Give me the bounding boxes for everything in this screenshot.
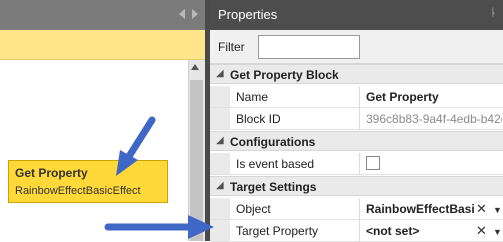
object-value[interactable]: RainbowEffectBasi — [366, 202, 476, 216]
filter-label: Filter — [218, 40, 245, 54]
section-label: Configurations — [230, 135, 316, 149]
section-get-property-block[interactable]: ◢ Get Property Block — [210, 64, 503, 84]
get-property-node[interactable]: Get Property RainbowEffectBasicEffect — [8, 160, 168, 203]
target-property-label: Target Property — [236, 224, 319, 238]
block-id-value: 396c8b83-9a4f-4edb-b42c — [366, 112, 502, 126]
target-property-value[interactable]: <not set> — [366, 224, 466, 238]
column-divider — [359, 220, 360, 241]
column-divider — [359, 86, 360, 107]
is-event-based-label: Is event based — [236, 157, 315, 171]
section-target-settings[interactable]: ◢ Target Settings — [210, 176, 503, 196]
node-subtitle: RainbowEffectBasicEffect — [15, 185, 141, 197]
pin-icon[interactable]: ᚿ — [490, 7, 497, 19]
canvas-toolbar — [0, 0, 205, 30]
row-gutter — [210, 108, 230, 129]
canvas-title-bar — [0, 30, 205, 60]
filter-bar: Filter — [210, 30, 503, 64]
column-divider — [359, 108, 360, 129]
expand-caret-icon[interactable]: ◢ — [216, 68, 224, 79]
is-event-based-checkbox[interactable] — [366, 156, 380, 170]
scroll-up-icon[interactable] — [191, 64, 199, 70]
clear-object-icon[interactable]: ✕ — [476, 201, 487, 217]
panel-title: Properties — [218, 7, 278, 22]
property-name-value[interactable]: Get Property — [366, 90, 502, 104]
clear-target-property-icon[interactable]: ✕ — [476, 223, 487, 239]
object-dropdown-icon[interactable]: ▼ — [493, 205, 502, 215]
object-label: Object — [236, 202, 271, 216]
properties-header: Properties ᚿ — [210, 0, 503, 30]
section-configurations[interactable]: ◢ Configurations — [210, 131, 503, 151]
column-divider — [359, 153, 360, 174]
filter-input[interactable] — [258, 35, 360, 59]
property-row-target-property: Target Property <not set> ✕ ▼ — [210, 220, 503, 242]
block-id-label: Block ID — [236, 112, 281, 126]
property-row-is-event-based: Is event based — [210, 153, 503, 175]
column-divider — [359, 198, 360, 219]
row-gutter — [210, 220, 230, 241]
property-row-object: Object RainbowEffectBasi ✕ ▼ — [210, 198, 503, 220]
property-row-name: Name Get Property — [210, 86, 503, 108]
property-name-label: Name — [236, 90, 269, 104]
row-gutter — [210, 153, 230, 174]
node-title: Get Property — [15, 166, 88, 180]
section-label: Get Property Block — [230, 68, 339, 82]
row-gutter — [210, 86, 230, 107]
row-gutter — [210, 198, 230, 219]
expand-caret-icon[interactable]: ◢ — [216, 135, 224, 146]
target-property-dropdown-icon[interactable]: ▼ — [493, 227, 502, 237]
scrollbar-thumb[interactable] — [190, 80, 203, 241]
expand-caret-icon[interactable]: ◢ — [216, 180, 224, 191]
property-row-block-id: Block ID 396c8b83-9a4f-4edb-b42c — [210, 108, 503, 130]
scroll-right-icon[interactable] — [192, 9, 198, 19]
section-label: Target Settings — [230, 180, 317, 194]
scroll-left-icon[interactable] — [179, 9, 185, 19]
